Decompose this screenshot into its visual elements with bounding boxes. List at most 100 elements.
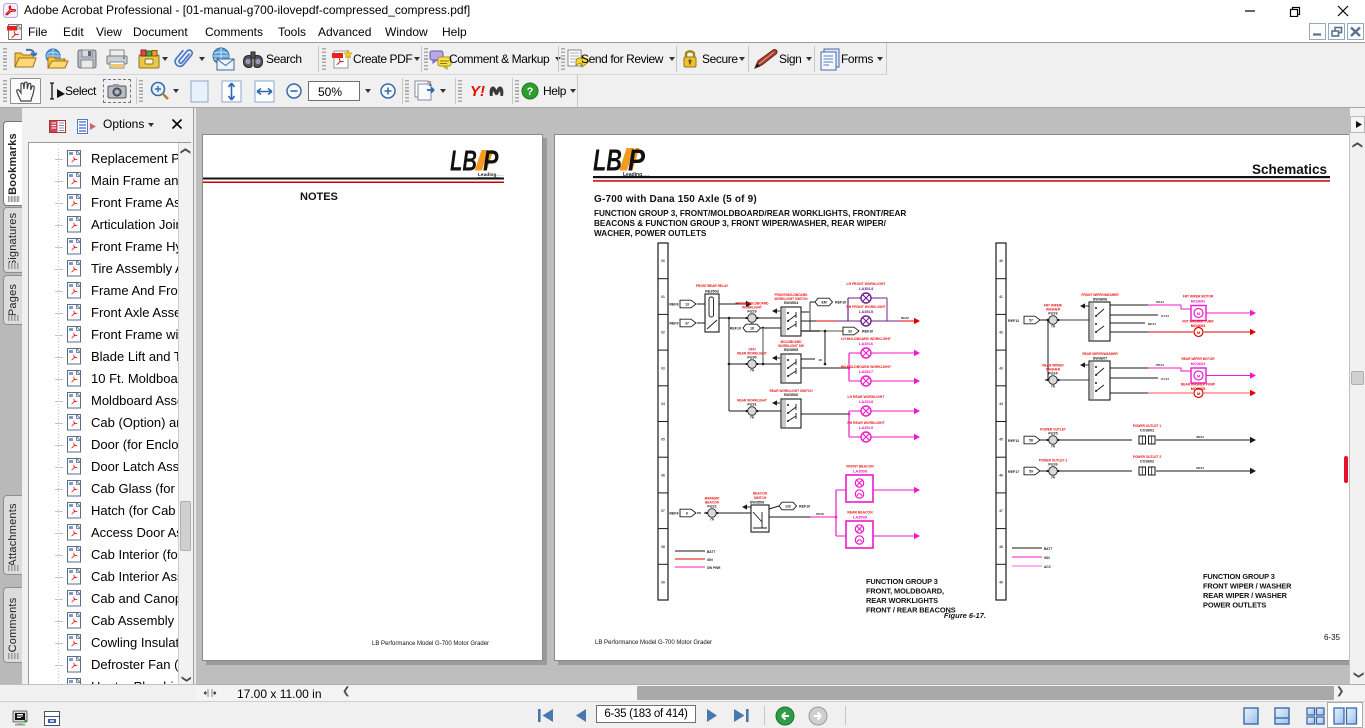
svg-text:M: M — [1197, 311, 1201, 316]
svg-text:LB: LB — [450, 146, 477, 178]
svg-text:6-35: 6-35 — [1324, 633, 1341, 642]
svg-text:FUNCTION GROUP 3: FUNCTION GROUP 3 — [866, 577, 938, 586]
svg-text:07: 07 — [661, 509, 665, 513]
svg-text:FU29: FU29 — [747, 310, 756, 314]
svg-text:M: M — [1197, 391, 1201, 396]
svg-text:41: 41 — [999, 295, 1003, 299]
svg-text:SW3607: SW3607 — [1093, 357, 1108, 361]
svg-text:18: 18 — [750, 327, 754, 331]
svg-text:LA3518: LA3518 — [859, 399, 874, 404]
svg-text:BATT: BATT — [707, 550, 715, 554]
svg-text:G-700 with Dana 150 Axle (5 of: G-700 with Dana 150 Axle (5 of 9) — [594, 194, 757, 205]
svg-text:FU25: FU25 — [1048, 432, 1057, 436]
svg-text:FUNCTION GROUP 3, FRONT/MOLDBO: FUNCTION GROUP 3, FRONT/MOLDBOARD/REAR W… — [594, 209, 906, 218]
svg-text:FU31: FU31 — [747, 403, 756, 407]
svg-text:MO3602: MO3602 — [1191, 300, 1206, 304]
svg-text:13: 13 — [685, 303, 689, 307]
svg-text:LB Performance Model G-700 Mot: LB Performance Model G-700 Motor Grader — [595, 640, 712, 646]
svg-text:WORKLIGHT SWITCH: WORKLIGHT SWITCH — [774, 297, 808, 301]
svg-text:FRONT WIPER/WASHER: FRONT WIPER/WASHER — [1081, 293, 1119, 297]
svg-text:BEACON: BEACON — [753, 492, 768, 496]
svg-text:PK16: PK16 — [816, 512, 824, 516]
svg-text:06: 06 — [661, 473, 665, 477]
svg-text:RH MOLDBOARD WORKLIGHT: RH MOLDBOARD WORKLIGHT — [841, 365, 892, 369]
svg-text:REAR WORKLIGHT: REAR WORKLIGHT — [737, 352, 767, 356]
svg-text:OR14: OR14 — [1196, 466, 1204, 470]
svg-text:BEACON: BEACON — [705, 501, 720, 505]
svg-text:GY14: GY14 — [1161, 377, 1169, 381]
svg-text:RH FRONT WORKLIGHT: RH FRONT WORKLIGHT — [846, 305, 886, 309]
svg-text:REAR WIPER / WASHER: REAR WIPER / WASHER — [1203, 591, 1288, 600]
svg-text:58: 58 — [1029, 439, 1033, 443]
svg-text:REF10: REF10 — [730, 327, 741, 331]
svg-text:IGN: IGN — [707, 558, 713, 562]
svg-text:7A: 7A — [750, 416, 755, 420]
svg-text:REF10: REF10 — [862, 330, 873, 334]
svg-text:08: 08 — [661, 545, 665, 549]
svg-text:REAR WIPER/WASHER: REAR WIPER/WASHER — [1082, 352, 1118, 356]
svg-text:REAR WORKLIGHT SWITCH: REAR WORKLIGHT SWITCH — [769, 389, 813, 393]
svg-text:BATT: BATT — [1044, 547, 1052, 551]
svg-text:SW3506: SW3506 — [784, 393, 799, 397]
svg-text:RH REAR WORKLIGHT: RH REAR WORKLIGHT — [847, 421, 885, 425]
svg-text:7A: 7A — [710, 518, 715, 522]
svg-text:FRONT WIPER / WASHER: FRONT WIPER / WASHER — [1203, 582, 1292, 591]
svg-text:RD12: RD12 — [901, 316, 909, 320]
svg-text:FU23: FU23 — [1048, 312, 1057, 316]
svg-text:LB: LB — [593, 143, 622, 178]
svg-text:REAR WORKLIGHTS: REAR WORKLIGHTS — [866, 596, 938, 605]
svg-text:LA3517: LA3517 — [859, 369, 874, 374]
svg-text:SW3505: SW3505 — [784, 348, 799, 352]
svg-text:02: 02 — [661, 331, 665, 335]
svg-text:48: 48 — [999, 545, 1003, 549]
svg-text:IGN: IGN — [1044, 556, 1050, 560]
svg-text:FU22: FU22 — [707, 505, 716, 509]
svg-text:57: 57 — [1029, 319, 1033, 323]
svg-text:40: 40 — [999, 259, 1003, 263]
svg-text:NOTES: NOTES — [300, 191, 338, 203]
svg-text:LB Performance Model G-700 Mot: LB Performance Model G-700 Motor Grader — [372, 641, 489, 647]
svg-text:FU26: FU26 — [1048, 463, 1057, 467]
svg-text:FRONT / REAR BEACONS: FRONT / REAR BEACONS — [866, 606, 956, 615]
svg-text:FU24: FU24 — [1048, 372, 1058, 376]
svg-text:33: 33 — [848, 330, 852, 334]
svg-text:REAR WASHER PUMP: REAR WASHER PUMP — [1181, 383, 1216, 387]
svg-text:Y!: Y! — [470, 83, 485, 100]
svg-text:37: 37 — [685, 322, 689, 326]
svg-text:POWER OUTLET 2: POWER OUTLET 2 — [1133, 455, 1162, 459]
svg-text:FUNCTION GROUP 3: FUNCTION GROUP 3 — [1203, 572, 1275, 581]
svg-text:59: 59 — [1029, 470, 1033, 474]
svg-text:46: 46 — [999, 473, 1003, 477]
svg-text:WASHER: WASHER — [1046, 308, 1061, 312]
svg-text:REF12: REF12 — [1008, 319, 1019, 323]
svg-text:SW3504: SW3504 — [784, 301, 799, 305]
svg-text:LA3509: LA3509 — [853, 515, 868, 520]
svg-text:WACHER, POWER OUTLETS: WACHER, POWER OUTLETS — [594, 229, 707, 238]
svg-text:M: M — [1197, 374, 1201, 379]
svg-text:REF8: REF8 — [669, 512, 678, 516]
svg-text:REAR WORKLIGHT: REAR WORKLIGHT — [737, 399, 767, 403]
svg-text:BK14: BK14 — [1148, 322, 1156, 326]
svg-text:WORKLIGHT SW: WORKLIGHT SW — [778, 344, 804, 348]
svg-text:REF17: REF17 — [1008, 470, 1019, 474]
svg-text:Schematics: Schematics — [1252, 162, 1327, 177]
svg-text:CO3602: CO3602 — [1140, 460, 1154, 464]
svg-text:FRT WASHER PUMP: FRT WASHER PUMP — [1182, 320, 1214, 324]
svg-text:09: 09 — [661, 580, 665, 584]
svg-text:?: ? — [527, 86, 534, 98]
svg-text:47: 47 — [999, 509, 1003, 513]
svg-text:ACC: ACC — [1044, 565, 1052, 569]
svg-text:LA3519: LA3519 — [859, 425, 874, 430]
svg-text:7A: 7A — [1051, 476, 1056, 480]
svg-text:Figure 6-17.: Figure 6-17. — [944, 611, 986, 620]
svg-text:01: 01 — [661, 295, 665, 299]
svg-text:45: 45 — [999, 438, 1003, 442]
svg-text:FRONT/REAR RELAY: FRONT/REAR RELAY — [696, 284, 729, 288]
svg-text:POWER OUTLET 1: POWER OUTLET 1 — [1133, 424, 1162, 428]
svg-text:SWITCH: SWITCH — [754, 496, 767, 500]
svg-text:LH REAR WORKLIGHT: LH REAR WORKLIGHT — [848, 395, 886, 399]
svg-text:WASHER: WASHER — [1046, 368, 1061, 372]
svg-text:EM: EM — [821, 301, 826, 305]
svg-text:42: 42 — [999, 331, 1003, 335]
svg-text:LA3514: LA3514 — [859, 286, 874, 291]
